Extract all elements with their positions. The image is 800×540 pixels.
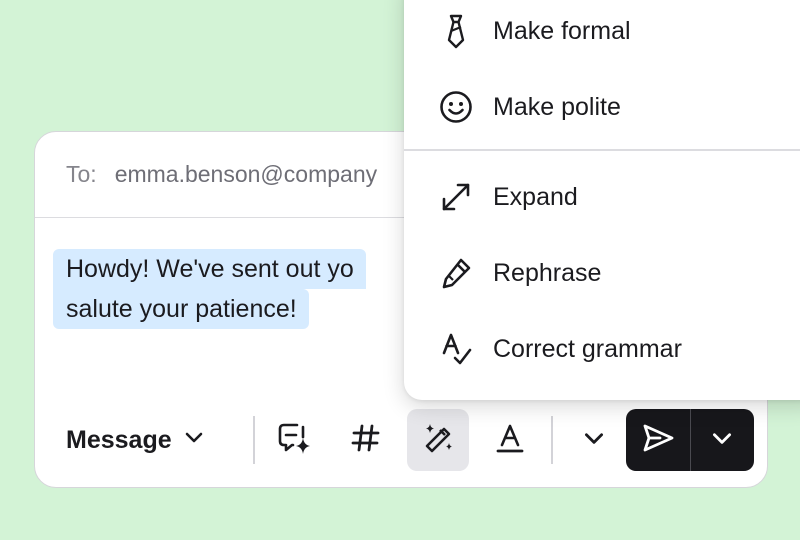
menu-item-rephrase[interactable]: Rephrase bbox=[404, 237, 800, 309]
toolbar-divider bbox=[551, 416, 553, 464]
text-format-button[interactable] bbox=[479, 408, 541, 472]
menu-item-label: Make formal bbox=[493, 16, 631, 45]
ai-writing-button[interactable] bbox=[407, 409, 469, 471]
ai-chat-sparkle-icon bbox=[275, 419, 313, 462]
text-format-icon bbox=[494, 421, 526, 460]
pencil-icon bbox=[438, 255, 474, 291]
hashtag-button[interactable] bbox=[335, 408, 397, 472]
send-button[interactable] bbox=[626, 409, 690, 471]
menu-item-label: Make polite bbox=[493, 92, 621, 121]
smiley-icon bbox=[438, 89, 474, 125]
menu-item-label: Rephrase bbox=[493, 258, 602, 287]
to-label: To: bbox=[66, 161, 97, 187]
menu-item-correct-grammar[interactable]: Correct grammar bbox=[404, 313, 800, 385]
menu-item-label: Expand bbox=[493, 182, 578, 211]
grammar-check-icon bbox=[438, 331, 474, 367]
menu-separator bbox=[404, 149, 800, 151]
ai-actions-menu: Make formal Make polite Expand Rephrase … bbox=[404, 0, 800, 400]
expand-arrows-icon bbox=[438, 179, 474, 215]
ai-chat-button[interactable] bbox=[263, 408, 325, 472]
send-icon bbox=[640, 420, 676, 461]
necktie-icon bbox=[438, 13, 474, 49]
menu-item-label: Correct grammar bbox=[493, 334, 682, 363]
menu-item-make-polite[interactable]: Make polite bbox=[404, 71, 800, 143]
toolbar-divider bbox=[253, 416, 255, 464]
selected-text-line[interactable]: salute your patience! bbox=[53, 289, 309, 329]
compose-toolbar: Message bbox=[35, 408, 767, 472]
chevron-down-icon bbox=[581, 425, 607, 456]
hashtag-icon bbox=[350, 422, 382, 459]
send-button-group bbox=[626, 409, 754, 471]
chevron-down-icon bbox=[709, 425, 735, 456]
send-options-button[interactable] bbox=[691, 409, 755, 471]
selected-text-line[interactable]: Howdy! We've sent out yo bbox=[53, 249, 366, 289]
chevron-down-icon bbox=[182, 425, 206, 456]
menu-item-make-formal[interactable]: Make formal bbox=[404, 0, 800, 67]
menu-item-expand[interactable]: Expand bbox=[404, 161, 800, 233]
more-options-button[interactable] bbox=[565, 408, 623, 472]
recipient-email[interactable]: emma.benson@company bbox=[115, 161, 377, 188]
message-type-dropdown[interactable]: Message bbox=[66, 408, 206, 472]
message-type-label: Message bbox=[66, 425, 172, 454]
magic-wand-icon bbox=[420, 420, 456, 461]
